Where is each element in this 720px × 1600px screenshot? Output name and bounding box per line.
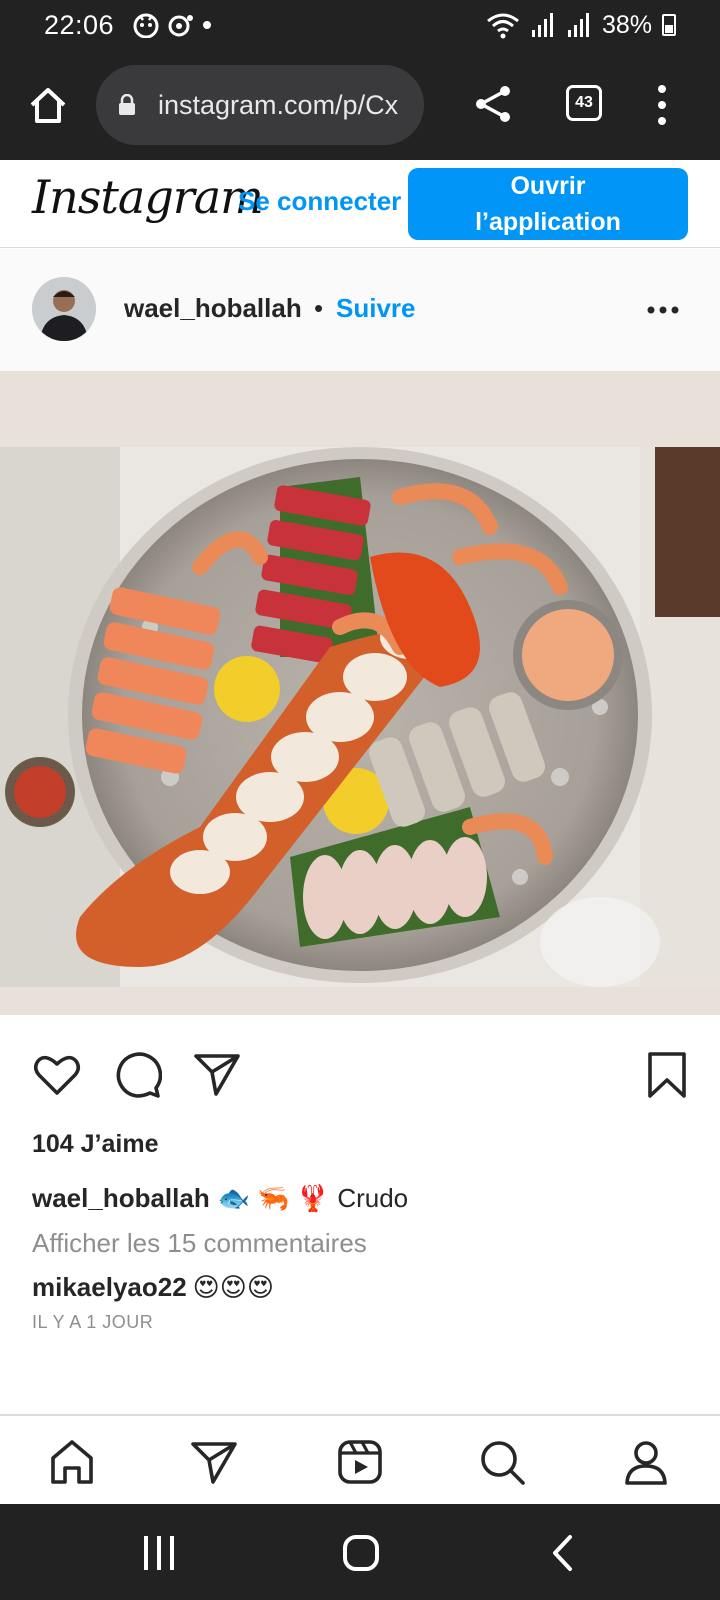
separator-dot: • <box>314 293 324 323</box>
lock-icon <box>119 94 135 115</box>
post-image-container <box>0 371 720 1015</box>
share-icon[interactable] <box>472 82 514 126</box>
avatar-photo <box>32 277 96 341</box>
instagram-bottom-nav <box>0 1414 720 1504</box>
caption: wael_hoballah 🐟 🦐 🦞 Crudo <box>32 1183 408 1214</box>
page: 22:06 38% instagram.com/p/Cx 43 Instagra… <box>0 0 720 1600</box>
notification-app-icon <box>168 15 194 37</box>
home-icon[interactable] <box>26 83 70 127</box>
comment-icon[interactable] <box>112 1050 162 1100</box>
post-actions <box>0 1050 720 1106</box>
more-notifications-dot-icon <box>203 21 212 29</box>
status-right: 38% <box>486 11 676 40</box>
recent-apps-icon[interactable] <box>142 1534 176 1572</box>
caption-username[interactable]: wael_hoballah <box>32 1183 210 1214</box>
post-header: wael_hoballah • Suivre <box>0 249 720 371</box>
notification-app-icon <box>133 13 159 38</box>
avatar[interactable] <box>32 277 96 341</box>
browser-toolbar: instagram.com/p/Cx 43 <box>0 50 720 160</box>
more-options-icon[interactable] <box>646 305 680 315</box>
search-icon[interactable] <box>478 1438 526 1486</box>
post-username[interactable]: wael_hoballah <box>124 293 302 324</box>
caption-emojis: 🐟 🦐 🦞 <box>217 1183 330 1213</box>
open-app-label-line1: Ouvrir <box>510 172 586 200</box>
comment-item: mikaelyao22 😍😍😍 <box>32 1272 274 1303</box>
home-icon[interactable] <box>48 1438 96 1486</box>
save-bookmark-icon[interactable] <box>642 1050 692 1100</box>
notification-icons <box>132 12 212 38</box>
view-comments-link[interactable]: Afficher les 15 commentaires <box>32 1228 367 1259</box>
login-link[interactable]: Se connecter <box>238 186 401 217</box>
status-bar: 22:06 38% <box>0 0 720 50</box>
profile-icon[interactable] <box>622 1438 670 1486</box>
direct-icon[interactable] <box>190 1438 238 1486</box>
url-bar[interactable]: instagram.com/p/Cx <box>96 65 424 145</box>
battery-icon <box>662 14 676 36</box>
comment-text: 😍😍😍 <box>192 1272 274 1302</box>
caption-text: Crudo <box>337 1183 409 1213</box>
instagram-header: Instagram Se connecter Ouvrir l’applicat… <box>0 160 720 248</box>
open-app-button[interactable]: Ouvrir l’application <box>408 168 688 240</box>
follow-button[interactable]: Suivre <box>336 293 416 324</box>
more-vert-icon[interactable] <box>655 83 669 127</box>
status-time: 22:06 <box>44 9 115 40</box>
instagram-logo[interactable]: Instagram <box>32 170 264 224</box>
battery-percent: 38% <box>601 10 652 39</box>
back-icon[interactable] <box>550 1534 574 1572</box>
open-app-label-line2: l’application <box>475 208 621 236</box>
signal-icon <box>531 13 553 37</box>
post-timestamp: IL Y A 1 JOUR <box>32 1312 154 1332</box>
likes-count[interactable]: 104 J’aime <box>32 1130 159 1159</box>
signal-icon-2 <box>567 13 589 37</box>
android-nav-bar <box>0 1504 720 1600</box>
reels-icon[interactable] <box>336 1438 384 1486</box>
post-photo[interactable] <box>0 447 720 987</box>
share-paper-plane-icon[interactable] <box>192 1050 242 1100</box>
wifi-icon <box>487 13 519 39</box>
like-heart-icon[interactable] <box>32 1050 82 1100</box>
home-button-icon[interactable] <box>342 1534 380 1572</box>
seafood-platter-image <box>0 447 720 987</box>
tabs-button[interactable]: 43 <box>566 85 602 121</box>
url-text: instagram.com/p/Cx <box>158 89 399 120</box>
comment-username[interactable]: mikaelyao22 <box>32 1272 187 1303</box>
